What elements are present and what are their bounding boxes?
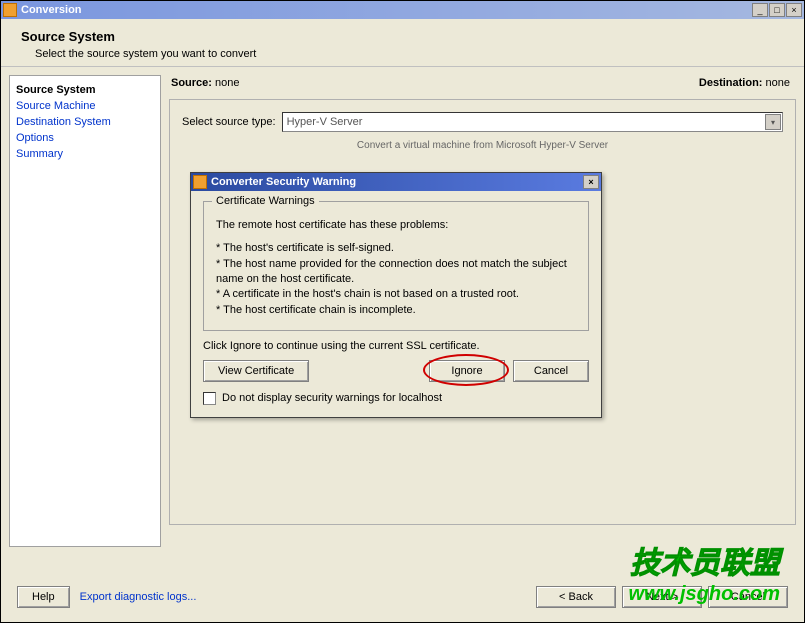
sidebar-item-source-system[interactable]: Source System: [16, 82, 154, 98]
warning-bullet: * The host's certificate is self-signed.: [216, 241, 576, 256]
dialog-body: Certificate Warnings The remote host cer…: [191, 191, 601, 417]
dialog-buttons: View Certificate Ignore Cancel: [203, 360, 589, 382]
source-type-dropdown[interactable]: Hyper-V Server ▾: [282, 112, 783, 132]
source-description: Convert a virtual machine from Microsoft…: [182, 140, 783, 151]
sidebar-item-options[interactable]: Options: [16, 130, 154, 146]
destination-value: none: [766, 77, 790, 89]
wizard-header: Source System Select the source system y…: [1, 19, 804, 67]
window-titlebar[interactable]: Conversion _ □ ×: [1, 1, 804, 19]
suppress-warnings-row: Do not display security warnings for loc…: [203, 392, 589, 405]
group-legend: Certificate Warnings: [212, 195, 319, 207]
destination-info: Destination: none: [699, 77, 790, 89]
sidebar-item-summary[interactable]: Summary: [16, 146, 154, 162]
chevron-down-icon[interactable]: ▾: [765, 114, 781, 130]
source-type-value: Hyper-V Server: [287, 116, 363, 128]
back-button[interactable]: < Back: [536, 586, 616, 608]
window-title: Conversion: [21, 4, 752, 16]
page-title: Source System: [21, 29, 784, 44]
page-subtitle: Select the source system you want to con…: [35, 48, 784, 60]
sidebar-item-destination-system[interactable]: Destination System: [16, 114, 154, 130]
source-dest-row: Source: none Destination: none: [169, 75, 796, 99]
dialog-titlebar[interactable]: Converter Security Warning ×: [191, 173, 601, 191]
warning-bullet: * The host name provided for the connect…: [216, 257, 576, 287]
ignore-button[interactable]: Ignore: [429, 360, 505, 382]
suppress-warnings-checkbox[interactable]: [203, 392, 216, 405]
help-button[interactable]: Help: [17, 586, 70, 608]
source-label: Source:: [171, 77, 212, 89]
sidebar-item-source-machine[interactable]: Source Machine: [16, 98, 154, 114]
select-source-row: Select source type: Hyper-V Server ▾: [182, 112, 783, 132]
watermark-text: 技术员联盟: [630, 538, 780, 582]
app-icon: [3, 3, 17, 17]
select-source-label: Select source type:: [182, 116, 276, 128]
view-certificate-button[interactable]: View Certificate: [203, 360, 309, 382]
warning-bullet: * The host certificate chain is incomple…: [216, 303, 576, 318]
minimize-button[interactable]: _: [752, 3, 768, 17]
dialog-instruction: Click Ignore to continue using the curre…: [203, 339, 589, 354]
dialog-close-button[interactable]: ×: [583, 175, 599, 189]
certificate-warnings-group: Certificate Warnings The remote host cer…: [203, 201, 589, 331]
wizard-steps-sidebar: Source System Source Machine Destination…: [9, 75, 161, 547]
export-logs-link[interactable]: Export diagnostic logs...: [80, 591, 197, 603]
dialog-icon: [193, 175, 207, 189]
dialog-title: Converter Security Warning: [211, 176, 356, 188]
dialog-cancel-button[interactable]: Cancel: [513, 360, 589, 382]
warning-bullets: * The host's certificate is self-signed.…: [216, 241, 576, 318]
suppress-warnings-label: Do not display security warnings for loc…: [222, 392, 442, 404]
window-controls: _ □ ×: [752, 3, 802, 17]
close-button[interactable]: ×: [786, 3, 802, 17]
source-info: Source: none: [171, 77, 240, 89]
maximize-button[interactable]: □: [769, 3, 785, 17]
source-value: none: [215, 77, 239, 89]
warning-bullet: * A certificate in the host's chain is n…: [216, 287, 576, 302]
destination-label: Destination:: [699, 77, 763, 89]
watermark-url: www.jsgho.com: [629, 583, 781, 606]
security-warning-dialog: Converter Security Warning × Certificate…: [190, 172, 602, 418]
warning-intro: The remote host certificate has these pr…: [216, 218, 576, 233]
